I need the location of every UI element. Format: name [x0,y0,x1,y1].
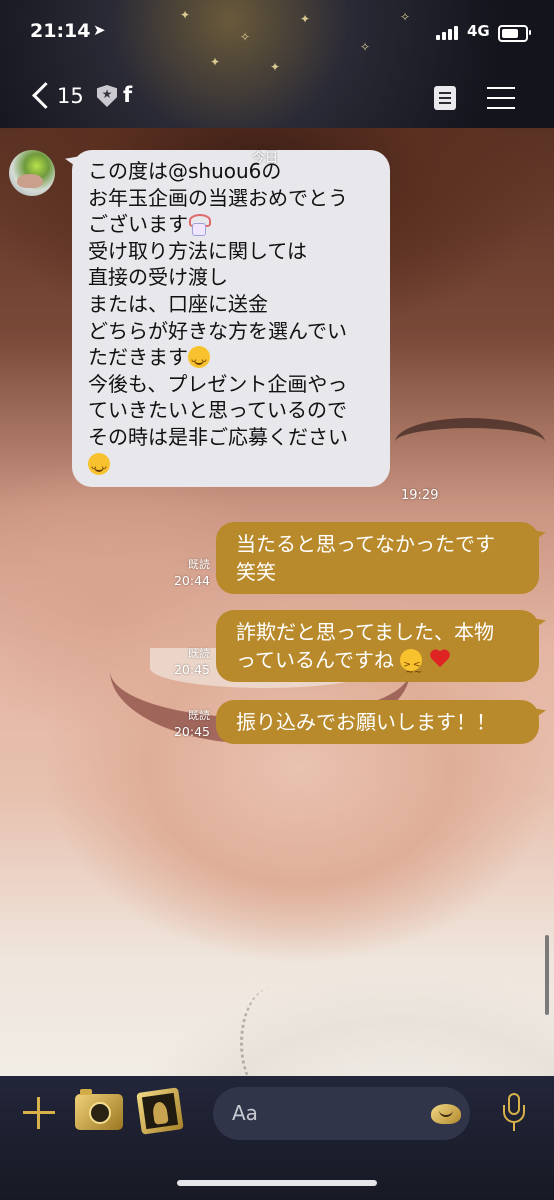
message-time: 20:45 [173,662,210,677]
message-line: 笑笑 [236,560,276,584]
camera-icon[interactable] [75,1089,123,1130]
home-indicator [177,1180,377,1186]
message-line: 今後も、プレゼント企画やっ [88,371,348,396]
shield-star-icon: ★ [97,85,117,107]
message-meta: 既読 20:45 [168,646,210,678]
message-line: 直接の受け渡し [88,265,228,290]
sparkle-icon: ✧ [240,30,251,44]
message-line: ただきます [88,344,378,374]
smiling-face-icon [88,452,110,480]
message-time: 19:29 [401,488,439,503]
read-receipt: 既読 [188,647,210,660]
battery-level [502,29,518,38]
confounded-face-icon [400,649,422,687]
outgoing-message-bubble[interactable]: 振り込みでお願いします！！ [216,700,539,744]
message-line: お年玉企画の当選おめでとう [88,185,348,210]
outgoing-message-bubble[interactable]: 当たると思ってなかったです 笑笑 [216,522,539,594]
outgoing-message-bubble[interactable]: 詐欺だと思ってました、本物 っているんですね [216,610,539,687]
status-time: 21:14 [30,20,91,42]
microphone-icon[interactable] [501,1093,527,1133]
menu-icon[interactable] [487,87,515,109]
message-time: 20:45 [173,724,210,739]
top-bar: ✦ ✧ ✦ ✧ ✦ ✧ ✦ 21:14 ➤ 4G 15 ★ f [0,0,554,128]
read-receipt: 既読 [188,558,210,571]
message-line [88,451,378,480]
network-type: 4G [467,22,490,40]
background-necklace [240,988,303,1076]
message-line: 詐欺だと思ってました、本物 [236,620,494,644]
message-meta: 既読 20:44 [168,557,210,589]
contact-name[interactable]: f [123,83,132,107]
plus-icon[interactable] [23,1097,55,1129]
red-heart-icon [429,650,451,670]
incoming-message-bubble[interactable]: この度は@shuou6の お年玉企画の当選おめでとう ございます 受け取り方法に… [72,150,390,488]
message-line: 振り込みでお願いします！！ [236,710,496,734]
sparkle-icon: ✦ [180,8,191,22]
scrollbar[interactable] [545,935,549,1015]
background-eye [395,418,545,466]
message-line: ございます [88,211,378,238]
location-arrow-icon: ➤ [93,21,106,39]
message-line: ていきたいと思っているので [88,398,347,423]
photo-icon[interactable] [136,1087,184,1135]
back-chevron-icon[interactable] [30,82,58,112]
message-line: っているんですね [236,646,521,687]
sparkle-icon: ✧ [400,10,411,24]
back-unread-count[interactable]: 15 [57,84,84,108]
battery-icon [498,25,531,42]
message-line: その時は是非ご応募ください [88,424,348,449]
message-meta: 既読 20:45 [168,708,210,740]
sparkle-icon: ✦ [270,60,281,74]
sparkle-icon: ✦ [300,12,311,26]
message-line: どちらが好きな方を選んでい [88,318,347,343]
message-line: この度は@shuou6の [88,159,282,183]
sticker-icon[interactable] [429,1098,465,1128]
date-label: 今日 [252,151,279,166]
signal-icon [436,24,462,40]
contact-avatar[interactable] [9,150,55,196]
sparkle-icon: ✧ [360,40,371,54]
note-icon[interactable] [434,86,456,110]
smiling-face-icon [188,346,210,374]
message-line: 受け取り方法に関しては [88,238,307,263]
sparkle-icon: ✦ [210,55,221,69]
message-line: または、口座に送金 [88,291,268,316]
message-input-placeholder[interactable]: Aa [232,1101,258,1125]
message-line: 当たると思ってなかったです [236,532,495,556]
message-time: 20:44 [173,573,210,588]
ribbon-knot-icon [188,213,211,237]
read-receipt: 既読 [188,709,210,722]
